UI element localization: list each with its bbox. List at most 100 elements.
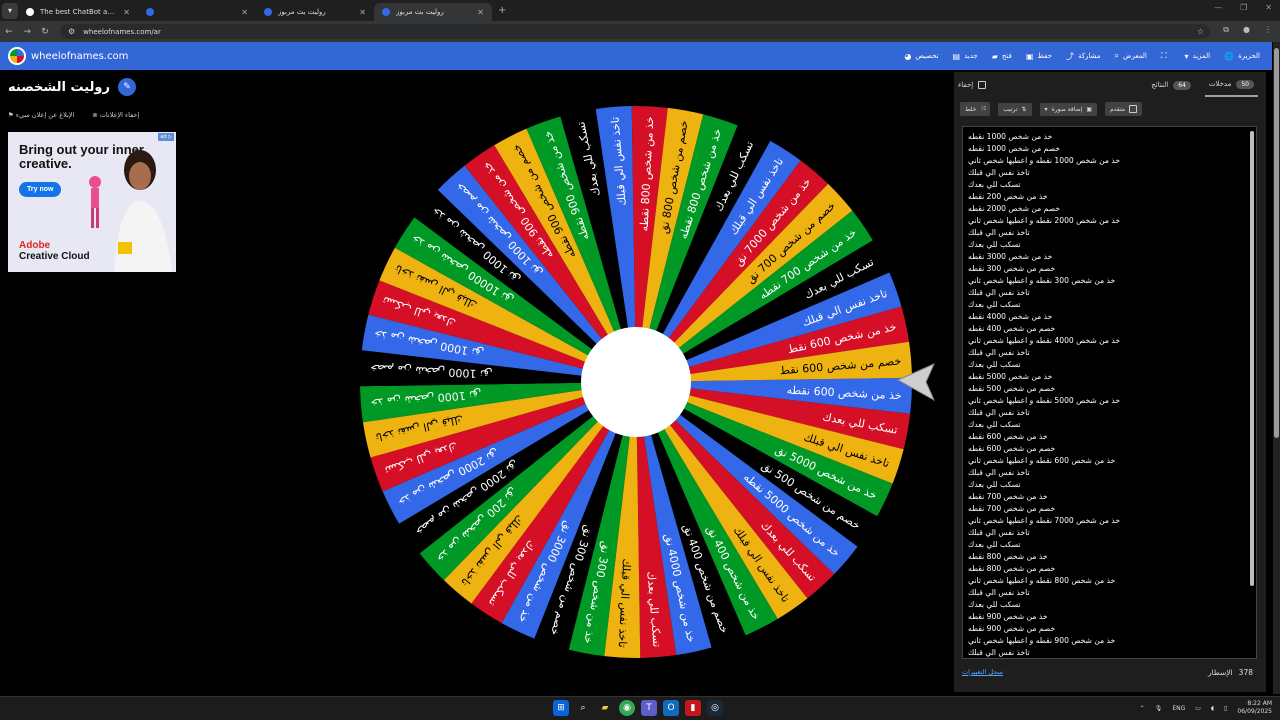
tab-title: روليت بث مربوز [278,8,326,16]
volume-icon[interactable]: ◖ [1211,705,1214,712]
wheel-of-names[interactable]: خذ من شخص 600 نقطهتسكب للي بعدكتاخذ نفس … [360,106,912,658]
entry-line: تسكب للي بعدك [968,300,1021,309]
bookmark-star-icon[interactable]: ☆ [1197,27,1204,36]
tab-results[interactable]: النتائج 64 [1147,75,1195,96]
tab-title: روليت بث مربوز [396,8,444,16]
edit-title-button[interactable]: ✎ [117,78,136,96]
entry-line: تسكب للي بعدك [968,600,1021,609]
back-button[interactable]: ← [0,27,18,37]
entry-line: تاخذ نفس الي قبلك [968,348,1030,357]
menu-item-chevron-down[interactable]: ▾ المزيد [1184,52,1210,61]
ad-brand: Adobe Creative Cloud [19,240,90,262]
entry-line: تاخذ نفس الي قبلك [968,648,1030,657]
folder-icon: ▰ [991,51,998,61]
entry-line: خصم من شخص 700 نقطه [968,504,1056,513]
menu-item-file[interactable]: ▤ جديد [953,52,978,61]
globe-icon: 🌐 [1224,51,1235,61]
entry-line: خصم من شخص 800 نقطه [968,564,1056,573]
search-icon[interactable]: ⌕ [575,700,591,716]
wheel-center-hub[interactable] [581,327,691,437]
chrome-icon[interactable]: ◉ [619,700,635,716]
tab-favicon-icon [146,8,154,16]
url-field[interactable]: ⚙ wheelofnames.com/ar ☆ [60,24,1210,39]
panel-tabs: مدخلات 50 النتائج 64 إخفاء [954,72,1266,98]
mic-icon[interactable]: 🎙 [1155,705,1163,712]
tab-close-icon[interactable]: ✕ [359,8,366,17]
language-indicator[interactable]: ENG [1172,705,1185,712]
report-ad-link[interactable]: ⚑ الإبلاغ عن إعلان سيء [8,111,74,119]
hide-checkbox[interactable] [978,81,987,89]
windows-taskbar: ⊞ ⌕ ▰ ◉ T O ▮ ◎ ⌃ 🎙 ENG ▭ ◖ ▯ 8:22 AM 06… [0,696,1280,720]
site-logo-icon[interactable] [8,47,26,65]
profile-icon[interactable]: ● [1243,25,1250,35]
tab-close-icon[interactable]: ✕ [241,8,248,17]
maximize-button[interactable]: ❐ [1240,3,1247,12]
browser-tab[interactable]: روليت بث مربوز ✕ [374,3,492,21]
tray-chevron-icon[interactable]: ⌃ [1140,705,1145,712]
tab-close-icon[interactable]: ✕ [123,8,130,17]
menu-item-label: مشاركة [1077,52,1101,60]
site-info-icon[interactable]: ⚙ [68,27,75,36]
page-scrollbar[interactable] [1273,42,1280,694]
tab-search-button[interactable]: ▾ [2,2,18,19]
file-explorer-icon[interactable]: ▰ [597,700,613,716]
tab-close-icon[interactable]: ✕ [477,8,484,17]
menu-item-fullscreen[interactable]: ⛶ [1161,51,1171,61]
entries-textarea[interactable]: خذ من شخص 1000 نقطه خصم من شخص 1000 نقطه خ… [962,126,1257,659]
entry-line: تاخذ نفس الي قبلك [968,468,1030,477]
menu-item-label: الحزيرة [1238,52,1260,60]
menu-item-folder[interactable]: ▰ فتح [992,52,1012,61]
menu-item-search[interactable]: ⌕ المعرض [1115,51,1147,61]
advertisement[interactable]: ad ▷ Bring out your inner creative. Try … [8,132,176,272]
file-icon: ▤ [952,51,961,61]
entry-line: تسكب للي بعدك [968,180,1021,189]
window-controls: — ❐ ✕ [1214,3,1272,12]
shuffle-button[interactable]: خلط ⤨ [959,102,991,116]
ad-choices-badge[interactable]: ad ▷ [158,133,174,141]
menu-item-globe[interactable]: 🌐 الحزيرة [1224,52,1260,61]
start-icon[interactable]: ⊞ [553,700,569,716]
menu-item-palette[interactable]: ◕ تخصيص [904,52,938,61]
ad-cta-button[interactable]: Try now [19,182,62,197]
close-window-button[interactable]: ✕ [1265,3,1272,12]
lines-label: الإسطار [1207,668,1233,677]
browser-tab[interactable]: The best ChatBot and Widgets ✕ [18,3,138,21]
outlook-icon[interactable]: O [663,700,679,716]
tab-entries[interactable]: مدخلات 50 [1204,74,1258,97]
browser-tab[interactable]: روليت بث مربوز ✕ [256,3,374,21]
browser-tab[interactable]: ✕ [138,3,256,21]
add-image-button[interactable]: ▾ إضافة صورة ▣ [1039,102,1098,116]
forward-button[interactable]: → [18,27,36,37]
network-icon[interactable]: ▭ [1195,705,1201,712]
entry-line: خذ من شخص 300 نقطه و اعطيها شخص ثاني [968,276,1116,285]
new-tab-button[interactable]: + [498,5,506,16]
site-name[interactable]: wheelofnames.com [31,51,128,62]
address-bar-row: ← → ↻ ⚙ wheelofnames.com/ar ☆ ⧉ ● ⋮ [0,21,1280,42]
menu-item-save[interactable]: ▣ حفظ [1026,52,1052,61]
entry-line: خذ من شخص 4000 نقطه [968,312,1053,321]
entry-line: خصم من شخص 500 نقطه [968,384,1056,393]
url-text: wheelofnames.com/ar [83,27,161,36]
entries-scrollbar[interactable] [1250,131,1254,586]
entry-line: خصم من شخص 900 نقطه [968,624,1056,633]
entry-line: خذ من شخص 7000 نقطه و اعطيها شخص ثاني [968,516,1121,525]
hide-panel-toggle[interactable]: إخفاء [954,75,990,95]
changelog-link[interactable]: سجل التغييرات [962,668,1003,676]
entry-line: تاخذ نفس الي قبلك [968,528,1030,537]
battery-icon[interactable]: ▯ [1224,705,1227,712]
system-clock[interactable]: 8:22 AM 06/09/2025 [1237,700,1272,716]
teams-icon[interactable]: T [641,700,657,716]
menu-item-label: المزيد [1192,52,1211,60]
entry-line: خصم من شخص 400 نقطه [968,324,1056,333]
steam-icon[interactable]: ◎ [707,700,723,716]
extensions-icon[interactable]: ⧉ [1223,25,1229,35]
menu-item-share[interactable]: ⤴ مشاركة [1066,51,1101,62]
browser-menu-icon[interactable]: ⋮ [1264,25,1272,35]
app-icon[interactable]: ▮ [685,700,701,716]
hide-ads-link[interactable]: ⊗ إخفاء الإعلانات [92,111,139,119]
minimize-button[interactable]: — [1214,3,1222,12]
advanced-toggle[interactable]: متقدم [1105,102,1142,116]
entry-line: خذ من شخص 800 نقطه و اعطيها شخص ثاني [968,576,1116,585]
sort-button[interactable]: ترتيب ⇅ [998,102,1032,116]
reload-button[interactable]: ↻ [36,27,54,37]
